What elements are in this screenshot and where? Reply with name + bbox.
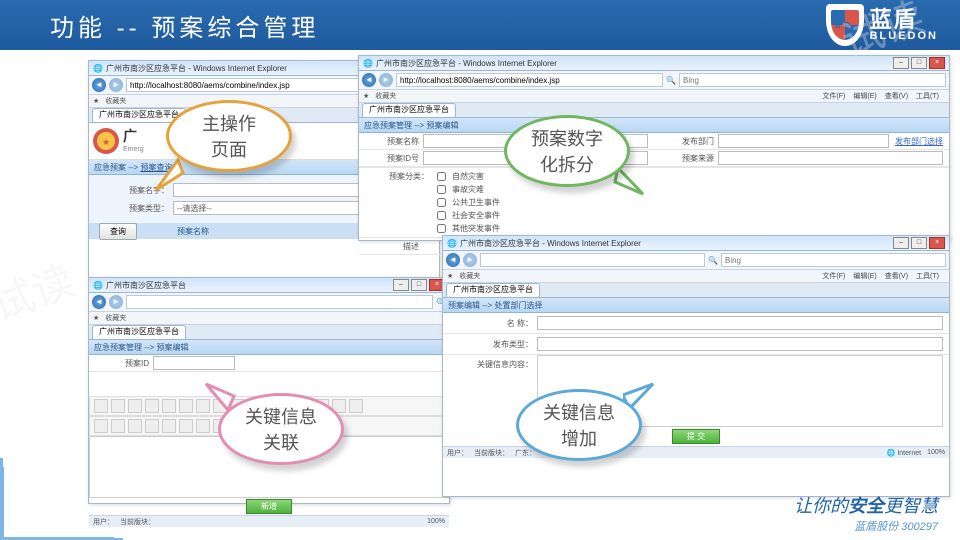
search-button[interactable]: 查询 bbox=[99, 223, 137, 240]
breadcrumb: 应急预案 --> bbox=[94, 162, 138, 173]
chk[interactable] bbox=[437, 172, 446, 181]
label: 名 称： bbox=[443, 318, 537, 329]
fwd-button[interactable]: ► bbox=[109, 78, 123, 92]
label: 发布部门 bbox=[654, 136, 718, 147]
window-title: 广州市南沙区应急平台 - Windows Internet Explorer bbox=[106, 63, 287, 74]
browser-tab[interactable]: 广州市南沙区应急平台 bbox=[446, 283, 540, 297]
dept-link[interactable]: 发布部门选择 bbox=[895, 136, 949, 147]
address-bar[interactable] bbox=[396, 73, 663, 87]
callout-main: 主操作 页面 bbox=[166, 100, 292, 172]
address-bar[interactable] bbox=[126, 295, 433, 309]
label-tree: 预案分类： bbox=[359, 168, 433, 237]
input[interactable] bbox=[537, 337, 943, 351]
brand-en: BLUEDON bbox=[870, 31, 938, 42]
col-header: 预案名称 bbox=[177, 226, 209, 237]
chk[interactable] bbox=[437, 198, 446, 207]
chk[interactable] bbox=[437, 224, 446, 233]
page-icon: 🌐 bbox=[93, 64, 103, 73]
label: 预案ID号 bbox=[359, 153, 423, 164]
chk[interactable] bbox=[437, 185, 446, 194]
label-plan-type: 预案类型： bbox=[109, 203, 173, 214]
min-button[interactable]: – bbox=[893, 57, 909, 69]
input[interactable] bbox=[718, 134, 889, 148]
label: 发布类型： bbox=[443, 339, 537, 350]
input[interactable] bbox=[718, 151, 943, 165]
svg-text:★: ★ bbox=[102, 137, 110, 147]
back-button[interactable]: ◄ bbox=[92, 78, 106, 92]
window-add-info: 🌐广州市南沙区应急平台 - Windows Internet Explorer … bbox=[442, 235, 950, 497]
fav-icon[interactable]: ★ bbox=[93, 97, 99, 105]
search-box[interactable] bbox=[679, 73, 946, 87]
shield-badge-text: BD bbox=[835, 21, 855, 30]
window-title: 广州市南沙区应急平台 bbox=[106, 280, 186, 291]
ie-menu[interactable]: 文件(F)编辑(E)查看(V)工具(T) bbox=[816, 90, 945, 103]
slide-footer: 让你的安全更智慧 蓝盾股份 300297 bbox=[794, 492, 938, 534]
emblem-icon: ★ bbox=[89, 123, 123, 159]
add-button[interactable]: 新增 bbox=[246, 499, 292, 514]
max-button[interactable]: □ bbox=[911, 57, 927, 69]
label-desc: 描述 bbox=[359, 241, 423, 252]
window-title: 广州市南沙区应急平台 - Windows Internet Explorer bbox=[460, 238, 641, 249]
fav-label[interactable]: 收藏夹 bbox=[375, 91, 396, 101]
search-box[interactable] bbox=[721, 253, 946, 267]
callout-link: 关键信息 关联 bbox=[218, 393, 344, 465]
chk[interactable] bbox=[437, 211, 446, 220]
callout-add: 关键信息 增加 bbox=[516, 389, 642, 461]
fav-label[interactable]: 收藏夹 bbox=[105, 96, 126, 106]
label: 预案名称 bbox=[359, 136, 423, 147]
input[interactable] bbox=[537, 316, 943, 330]
breadcrumb: 应急预案管理 --> 预案编辑 bbox=[94, 342, 188, 353]
window-split: 🌐广州市南沙区应急平台 - Windows Internet Explorer … bbox=[358, 55, 950, 241]
input[interactable] bbox=[153, 356, 235, 370]
browser-tab[interactable]: 广州市南沙区应急平台 bbox=[92, 325, 186, 339]
breadcrumb: 应急预案管理 --> 预案编辑 bbox=[364, 120, 458, 131]
brand-cn: 蓝盾 bbox=[870, 9, 938, 31]
address-bar[interactable] bbox=[480, 253, 705, 267]
callout-split: 预案数字 化拆分 bbox=[504, 115, 630, 187]
back-button[interactable]: ◄ bbox=[362, 73, 376, 87]
slide-title: 功能 -- 预案综合管理 bbox=[50, 8, 319, 43]
shield-icon: BD bbox=[826, 4, 864, 46]
window-link: 🌐广州市南沙区应急平台 –□× ◄►🔍 ★收藏夹 广州市南沙区应急平台 应急预案… bbox=[88, 277, 450, 504]
label: 预案ID bbox=[89, 358, 153, 369]
brand-logo: BD 蓝盾 BLUEDON bbox=[826, 4, 938, 46]
close-button[interactable]: × bbox=[929, 57, 945, 69]
window-title: 广州市南沙区应急平台 - Windows Internet Explorer bbox=[376, 58, 557, 69]
submit-button[interactable]: 提 交 bbox=[672, 429, 720, 444]
breadcrumb: 预案编辑 --> 处置部门选择 bbox=[448, 300, 542, 311]
browser-tab[interactable]: 广州市南沙区应急平台 bbox=[362, 103, 456, 117]
fwd-button[interactable]: ► bbox=[379, 73, 393, 87]
label: 预案来源 bbox=[654, 153, 718, 164]
slide-header: 功能 -- 预案综合管理 BD 蓝盾 BLUEDON bbox=[0, 0, 960, 50]
